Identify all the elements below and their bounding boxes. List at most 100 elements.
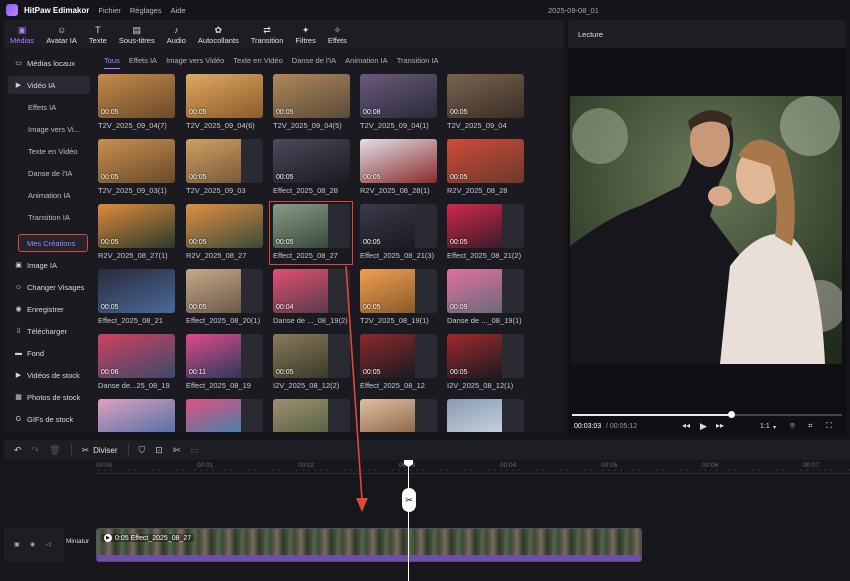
split-icon[interactable]: ✂ (82, 445, 90, 456)
media-thumbnail: 00:05 (273, 334, 350, 378)
media-card[interactable]: 00:05 R2V_2025_08_27 (185, 204, 263, 262)
sidebar-item-0[interactable]: ▭ Médias locaux (8, 54, 90, 72)
sidebar-item-10[interactable]: ☺ Changer Visages (8, 278, 90, 296)
media-subtab[interactable]: Animation IA (345, 56, 388, 69)
play-icon[interactable]: ▶ (700, 421, 707, 432)
tab-music-note[interactable]: ♪ Audio (161, 25, 192, 48)
media-thumbnail (186, 399, 263, 432)
media-card[interactable]: 00:05 Effect_2025_08_21 (97, 269, 175, 327)
sidebar-item-11[interactable]: ◉ Enregistrer (8, 300, 90, 318)
media-subtab[interactable]: Image vers Vidéo (166, 56, 224, 69)
media-card[interactable]: 00:05 Effect_2025_08_28 (272, 139, 350, 197)
media-card[interactable]: 00:04 Danse de ..._08_19(2) (272, 269, 350, 327)
sidebar-item-4[interactable]: Texte en Vidéo (8, 142, 90, 160)
media-card[interactable]: 00:05 T2V_2025_09_04(6) (185, 74, 263, 132)
sidebar-item-12[interactable]: ⇩ Télécharger (8, 322, 90, 340)
redo-icon[interactable]: ↷ (32, 445, 40, 456)
preview-video[interactable] (570, 96, 842, 364)
sidebar-item-15[interactable]: ▦ Photos de stock (8, 388, 90, 406)
scissor-mark-icon[interactable]: ✄ (173, 445, 181, 456)
media-subtab[interactable]: Danse de l'IA (292, 56, 336, 69)
export-frame-icon[interactable]: ▭ (190, 445, 199, 456)
eye-icon[interactable]: ◉ (30, 541, 35, 548)
media-card[interactable]: 00:05 Effect_2025_08_21(2) (446, 204, 524, 262)
volume-icon[interactable]: ◁ (46, 541, 51, 548)
sidebar-item-14[interactable]: ▶ Vidéos de stock (8, 366, 90, 384)
media-card[interactable]: 00:05 R2V_2025_08_28(1) (359, 139, 437, 197)
menu-help[interactable]: Aide (171, 6, 186, 15)
media-card[interactable]: 00:05 T2V_2025_09_04 (446, 74, 524, 132)
lock-icon[interactable]: ▣ (14, 541, 20, 548)
media-card[interactable]: 00:05 R2V_2025_08_28 (446, 139, 524, 197)
media-card[interactable]: 00:05 T2V_2025_09_04(5) (272, 74, 350, 132)
media-subtab[interactable]: Effets IA (129, 56, 157, 69)
tab-sticker[interactable]: ✿ Autocollants (192, 25, 245, 48)
sidebar-item-3[interactable]: Image vers Vi... (8, 120, 90, 138)
media-card[interactable] (185, 399, 263, 432)
sidebar-item-1[interactable]: ▶ Vidéo IA (8, 76, 90, 94)
media-card[interactable] (446, 399, 524, 432)
tab-text[interactable]: T Texte (83, 25, 113, 48)
tab-media[interactable]: ▣ Médias (4, 25, 40, 48)
media-card[interactable]: 00:05 Effect_2025_08_27 (269, 201, 353, 265)
sidebar-item-9[interactable]: ▣ Image IA (8, 256, 90, 274)
media-card[interactable]: 00:08 T2V_2025_09_04(1) (359, 74, 437, 132)
shield-icon[interactable]: ⛉ (139, 445, 146, 456)
media-card[interactable]: 00:05 I2V_2025_08_12(1) (446, 334, 524, 392)
media-card[interactable] (272, 399, 350, 432)
tab-effects[interactable]: ✧ Effets (322, 25, 353, 48)
media-card[interactable]: 00:05 R2V_2025_08_27(1) (97, 204, 175, 262)
tab-avatar[interactable]: ☺ Avatar IA (40, 25, 83, 48)
media-card[interactable]: 00:05 T2V_2025_09_03 (185, 139, 263, 197)
media-card[interactable]: 00:05 I2V_2025_08_12(2) (272, 334, 350, 392)
text-box-icon[interactable]: ⊡ (155, 445, 163, 456)
tab-label: Sous-titres (118, 36, 155, 45)
sidebar-item-8[interactable]: Mes Créations (18, 234, 88, 252)
media-card[interactable]: 00:05 T2V_2025_09_03(1) (97, 139, 175, 197)
timeline-clip[interactable]: ▶ 0:05 Effect_2025_08_27 (96, 528, 642, 562)
aspect-ratio-select[interactable]: 1:1 (760, 423, 770, 430)
media-card[interactable]: 00:05 T2V_2025_08_19(1) (359, 269, 437, 327)
media-subtab[interactable]: Texte en Vidéo (233, 56, 282, 69)
next-frame-icon[interactable]: ▸▸ (716, 421, 724, 430)
media-card[interactable]: 00:09 Danse de ..._08_19(1) (446, 269, 524, 327)
undo-icon[interactable]: ↶ (14, 445, 22, 456)
media-card[interactable] (97, 399, 175, 432)
tab-transition[interactable]: ⇄ Transition (245, 25, 290, 48)
scrubber-handle[interactable] (728, 411, 736, 418)
media-thumbnail: 00:06 (98, 334, 175, 378)
sidebar-item-label: Médias locaux (27, 58, 75, 68)
sidebar-item-7[interactable]: Transition IA (8, 208, 90, 226)
previous-frame-icon[interactable]: ◂◂ (682, 421, 690, 430)
media-subtab[interactable]: Transition IA (397, 56, 439, 69)
media-card-name: Effect_2025_08_19 (186, 381, 251, 390)
media-subtab[interactable]: Tous (104, 56, 120, 69)
playhead[interactable] (408, 460, 409, 581)
tab-subtitles[interactable]: ▤ Sous-titres (113, 25, 161, 48)
split-button[interactable]: Diviser (93, 446, 117, 455)
duration-badge: 00:05 (450, 239, 468, 246)
sidebar-item-13[interactable]: ▬ Fond (8, 344, 90, 362)
media-card[interactable]: 00:05 Effect_2025_08_21(3) (359, 204, 437, 262)
media-card[interactable]: 00:05 T2V_2025_09_04(7) (97, 74, 175, 132)
sidebar-item-6[interactable]: Animation IA (8, 186, 90, 204)
snapshot-icon[interactable]: ⌾ (790, 421, 795, 431)
preview-scrubber[interactable] (572, 411, 842, 418)
media-card-name: Danse de ..._08_19(1) (447, 316, 522, 325)
sidebar-item-2[interactable]: Effets IA (8, 98, 90, 116)
menu-file[interactable]: Fichier (98, 6, 121, 15)
fullscreen-icon[interactable]: ⛶ (826, 421, 832, 431)
crop-icon[interactable]: ⌗ (808, 421, 813, 431)
media-card[interactable] (359, 399, 437, 432)
menu-settings[interactable]: Réglages (130, 6, 162, 15)
media-card[interactable]: 00:11 Effect_2025_08_19 (185, 334, 263, 392)
tab-filter[interactable]: ✦ Filtres (289, 25, 321, 48)
sidebar-item-5[interactable]: Danse de l'IA (8, 164, 90, 182)
sidebar-item-16[interactable]: G GIFs de stock (8, 410, 90, 428)
media-card[interactable]: 00:06 Danse de...25_08_19 (97, 334, 175, 392)
media-card[interactable]: 00:05 Effect_2025_08_20(1) (185, 269, 263, 327)
split-at-playhead-icon[interactable]: ✂ (402, 488, 416, 512)
delete-icon[interactable]: 🗑 (49, 445, 60, 456)
chevron-down-icon[interactable]: ▾ (773, 424, 776, 431)
media-card[interactable]: 00:05 Effect_2025_08_12 (359, 334, 437, 392)
